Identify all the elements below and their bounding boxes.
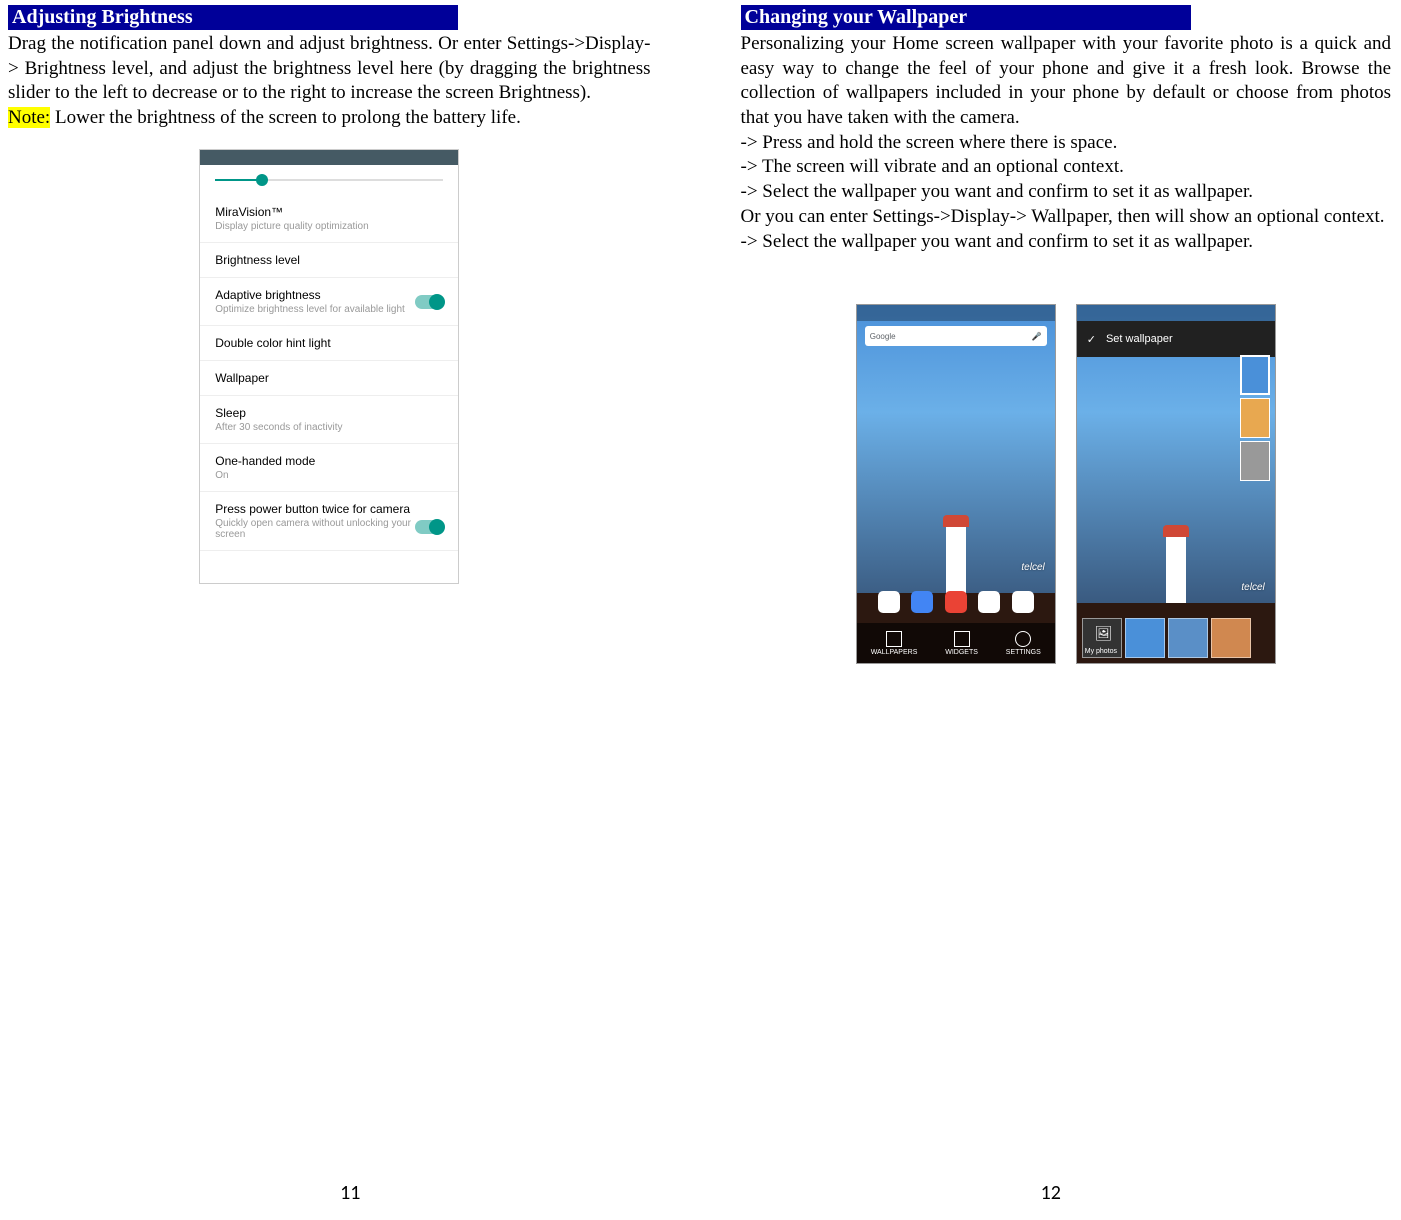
lighthouse-graphic	[1166, 533, 1186, 603]
page-number-left: 11	[340, 1181, 360, 1205]
settings-item-adaptive: Adaptive brightness Optimize brightness …	[200, 278, 458, 326]
toggle-on-icon	[415, 520, 443, 534]
brightness-paragraph: Drag the notification panel down and adj…	[8, 33, 651, 103]
telcel-label: telcel	[1241, 582, 1264, 593]
wallpaper-step-2: -> The screen will vibrate and an option…	[741, 156, 1124, 177]
settings-item-double-color: Double color hint light	[200, 326, 458, 361]
wallpaper-thumbnails	[1240, 355, 1270, 481]
note-text: Lower the brightness of the screen to pr…	[50, 107, 521, 128]
photo-thumb	[1168, 618, 1208, 658]
app-icon	[911, 591, 933, 613]
settings-item-power-camera: Press power button twice for camera Quic…	[200, 492, 458, 551]
app-icon	[945, 591, 967, 613]
home-longpress-screenshot: Google 🎤 telcel WALLPAPERS WI	[856, 304, 1056, 664]
my-photos-thumb: 🖼 My photos	[1082, 618, 1122, 658]
wallpaper-step-5: -> Select the wallpaper you want and con…	[741, 231, 1253, 252]
my-photos-row: 🖼 My photos	[1082, 618, 1251, 658]
app-icon	[878, 591, 900, 613]
google-search-widget: Google 🎤	[865, 326, 1047, 346]
page-left: Adjusting Brightness Drag the notificati…	[0, 5, 701, 1215]
toggle-on-icon	[415, 295, 443, 309]
gear-icon	[1015, 631, 1031, 647]
image-icon: 🖼	[1095, 625, 1113, 642]
check-icon: ✓	[1087, 333, 1096, 346]
status-bar	[200, 150, 458, 165]
settings-option: SETTINGS	[1006, 631, 1041, 656]
wallpapers-icon	[886, 631, 902, 647]
longpress-menu: WALLPAPERS WIDGETS SETTINGS	[857, 623, 1055, 663]
section-header-wallpaper: Changing your Wallpaper	[741, 5, 1191, 30]
brightness-slider	[200, 165, 458, 195]
photo-thumb	[1125, 618, 1165, 658]
section-header-brightness: Adjusting Brightness	[8, 5, 458, 30]
app-icon	[1012, 591, 1034, 613]
status-bar	[857, 305, 1055, 321]
body-text-wallpaper: Personalizing your Home screen wallpaper…	[741, 32, 1392, 254]
note-label: Note:	[8, 107, 50, 128]
settings-item-wallpaper: Wallpaper	[200, 361, 458, 396]
app-icon	[978, 591, 1000, 613]
body-text-brightness: Drag the notification panel down and adj…	[8, 32, 651, 131]
widgets-icon	[954, 631, 970, 647]
page-right: Changing your Wallpaper Personalizing yo…	[701, 5, 1401, 1215]
mic-icon: 🎤	[1032, 332, 1042, 341]
screenshot-container-right: Google 🎤 telcel WALLPAPERS WI	[741, 304, 1392, 664]
wallpaper-thumb	[1240, 441, 1270, 481]
wallpaper-thumb	[1240, 398, 1270, 438]
photo-thumb	[1211, 618, 1251, 658]
wallpaper-step-4: Or you can enter Settings->Display-> Wal…	[741, 206, 1385, 227]
settings-item-one-handed: One-handed mode On	[200, 444, 458, 492]
wallpaper-step-1: -> Press and hold the screen where there…	[741, 132, 1118, 153]
screenshot-container-left: MiraVision™ Display picture quality opti…	[8, 149, 651, 584]
settings-item-sleep: Sleep After 30 seconds of inactivity	[200, 396, 458, 444]
wallpaper-paragraph: Personalizing your Home screen wallpaper…	[741, 33, 1392, 128]
settings-item-miravision: MiraVision™ Display picture quality opti…	[200, 195, 458, 243]
set-wallpaper-header: ✓ Set wallpaper	[1077, 321, 1275, 357]
wallpaper-step-3: -> Select the wallpaper you want and con…	[741, 181, 1253, 202]
wallpaper-thumb	[1240, 355, 1270, 395]
display-settings-screenshot: MiraVision™ Display picture quality opti…	[199, 149, 459, 584]
wallpapers-option: WALLPAPERS	[871, 631, 918, 656]
status-bar	[1077, 305, 1275, 321]
page-number-right: 12	[1041, 1181, 1061, 1205]
app-dock	[857, 591, 1055, 613]
widgets-option: WIDGETS	[945, 631, 978, 656]
telcel-label: telcel	[1021, 562, 1044, 573]
lighthouse-graphic	[946, 523, 966, 593]
settings-item-brightness-level: Brightness level	[200, 243, 458, 278]
set-wallpaper-screenshot: ✓ Set wallpaper telcel 🖼 My photos	[1076, 304, 1276, 664]
